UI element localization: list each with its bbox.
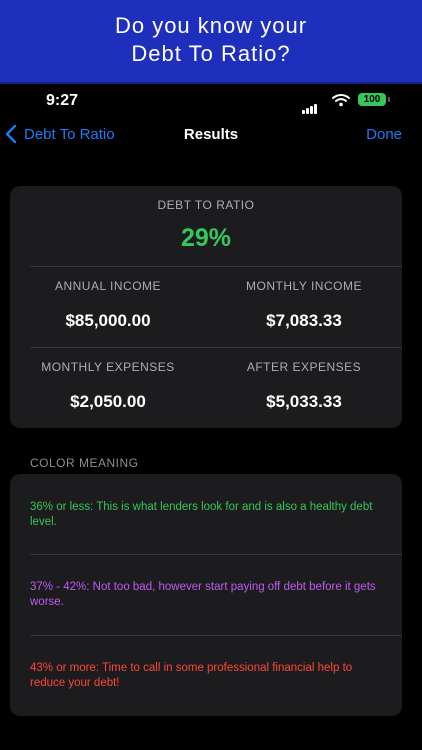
monthly-income-label: MONTHLY INCOME <box>246 279 362 293</box>
monthly-income-value: $7,083.33 <box>266 311 342 330</box>
monthly-expenses-value: $2,050.00 <box>70 392 146 411</box>
done-button[interactable]: Done <box>366 126 402 143</box>
divider <box>30 347 402 348</box>
ratio-label: DEBT TO RATIO <box>157 198 255 212</box>
banner-line-2: Debt To Ratio? <box>131 41 291 66</box>
status-time: 9:27 <box>46 92 79 109</box>
navigation-bar: Debt To Ratio Results Done <box>0 122 422 150</box>
divider <box>30 266 402 267</box>
battery-icon: 100 <box>358 93 386 106</box>
meaning-item-moderate: 37% - 42%: Not too bad, however start pa… <box>30 581 376 608</box>
after-expenses-value: $5,033.33 <box>266 392 342 411</box>
meaning-item-good: 36% or less: This is what lenders look f… <box>30 501 373 528</box>
color-meaning-header: COLOR MEANING <box>30 456 139 470</box>
home-indicator-area <box>0 730 422 750</box>
meaning-item-high: 43% or more: Time to call in some profes… <box>30 662 353 689</box>
cellular-signal-icon <box>302 96 318 114</box>
results-card: DEBT TO RATIO 29% ANNUAL INCOME $85,000.… <box>10 186 402 428</box>
page-title: Results <box>183 126 239 143</box>
annual-income-value: $85,000.00 <box>65 311 151 330</box>
color-meaning-card: 36% or less: This is what lenders look f… <box>10 474 402 716</box>
battery-tip <box>388 97 390 102</box>
ratio-value: 29% <box>180 224 232 252</box>
banner-line-1: Do you know your <box>114 13 308 38</box>
promo-banner: Do you know your Debt To Ratio? <box>0 0 422 84</box>
after-expenses-label: AFTER EXPENSES <box>246 360 362 374</box>
status-bar: 9:27 100 <box>0 84 422 116</box>
annual-income-label: ANNUAL INCOME <box>54 279 162 293</box>
monthly-expenses-label: MONTHLY EXPENSES <box>41 360 175 374</box>
wifi-icon <box>332 94 350 107</box>
divider <box>30 635 402 636</box>
divider <box>30 554 402 555</box>
